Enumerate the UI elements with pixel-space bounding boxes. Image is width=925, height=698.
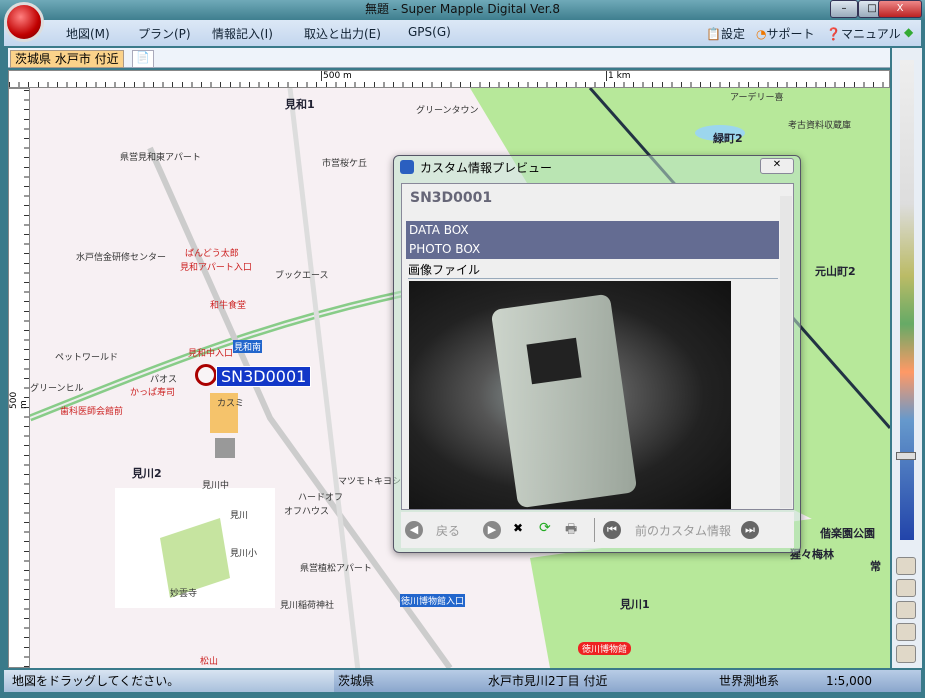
- map-label: かっぱ寿司: [130, 388, 176, 398]
- map-label: 市営桜ケ丘: [322, 159, 368, 169]
- refresh-icon[interactable]: ⟳: [539, 520, 551, 536]
- map-label: 見川稲荷神社: [280, 601, 335, 611]
- status-datum: 世界測地系: [719, 674, 780, 688]
- manual-button[interactable]: ❓マニュアル: [826, 25, 901, 42]
- dialog-content: SN3D0001 DATA BOX PHOTO BOX 画像ファイル: [401, 183, 794, 510]
- crosshair-marker-icon[interactable]: [195, 364, 217, 386]
- info-heading: SN3D0001: [410, 190, 493, 206]
- delete-icon[interactable]: ✖: [513, 521, 523, 535]
- map-label: オフハウス: [284, 507, 330, 517]
- map-label: 見和アパート入口: [180, 263, 252, 273]
- vertical-ruler: 500 m: [8, 88, 30, 668]
- ruler-label: 1 km: [606, 71, 631, 81]
- map-label: 歯科医師会館前: [60, 407, 124, 417]
- window-title: 無題 - Super Mapple Digital Ver.8: [364, 2, 561, 16]
- status-prefecture: 茨城県: [338, 674, 375, 688]
- map-label: 見川2: [132, 467, 162, 480]
- map-label: 妙雲寺: [170, 589, 198, 599]
- photo-image: [409, 281, 731, 509]
- map-label: 見川: [230, 511, 249, 521]
- map-label: 和牛食堂: [210, 301, 247, 311]
- settings-button[interactable]: 📋設定: [706, 25, 745, 42]
- map-label: カスミ: [217, 399, 245, 409]
- map-label: ペットワールド: [55, 353, 119, 363]
- forward-arrow-icon[interactable]: ▶: [483, 521, 501, 539]
- data-box-row[interactable]: DATA BOX: [406, 221, 779, 240]
- map-label: 偕楽園公園: [820, 527, 875, 540]
- map-label: ばんどう太郎: [185, 249, 239, 259]
- status-address: 水戸市見川2丁目 付近: [488, 674, 608, 688]
- map-label: 常: [870, 560, 881, 573]
- menu-bar: 地図(M) プラン(P) 情報記入(I) 取込と出力(E) GPS(G) 📋設定…: [4, 20, 921, 46]
- back-arrow-icon[interactable]: ◀: [405, 521, 423, 539]
- view-finegrid-icon[interactable]: [896, 623, 916, 641]
- map-label: 見川小: [230, 549, 258, 559]
- horizontal-ruler: 500 m 1 km: [8, 70, 890, 88]
- dialog-icon: [400, 160, 414, 174]
- map-label: 見川中: [202, 481, 230, 491]
- tab-map[interactable]: 茨城県 水戸市 付近: [10, 50, 124, 68]
- settings-icon: 📋: [706, 27, 721, 41]
- map-label: パオス: [150, 375, 178, 385]
- back-button[interactable]: 戻る: [436, 522, 460, 539]
- map-label: 徳川博物館入口: [400, 594, 466, 607]
- menu-plan[interactable]: プラン(P): [138, 25, 191, 42]
- status-scale: 1:5,000: [826, 674, 873, 688]
- map-label: 見川1: [620, 598, 650, 611]
- map-label: 見和南: [233, 340, 263, 353]
- status-hint: 地図をドラッグしてください。: [12, 674, 180, 688]
- support-button[interactable]: ◔サポート: [756, 25, 815, 42]
- custom-info-marker-label[interactable]: SN3D0001: [216, 366, 312, 387]
- dialog-footer: ◀ 戻る ▶ ✖ ⟳ 🖶 ⏮ 前のカスタム情報 ⏭: [401, 512, 794, 548]
- menu-gps[interactable]: GPS(G): [408, 25, 451, 39]
- prev-custom-icon[interactable]: ⏮: [603, 521, 621, 539]
- view-dense-icon[interactable]: [896, 645, 916, 663]
- menu-import-export[interactable]: 取込と出力(E): [304, 25, 381, 42]
- next-custom-icon[interactable]: ⏭: [741, 521, 759, 539]
- map-label: マツモトキヨシ: [338, 477, 402, 487]
- menu-map[interactable]: 地図(M): [66, 25, 110, 42]
- map-label: ブックエース: [275, 271, 329, 281]
- ruler-label: 500 m: [321, 71, 352, 81]
- view-single-icon[interactable]: [896, 557, 916, 575]
- image-file-label: 画像ファイル: [408, 261, 778, 279]
- prev-custom-button[interactable]: 前のカスタム情報: [635, 522, 731, 539]
- dialog-close-button[interactable]: ✕: [760, 158, 794, 174]
- map-label: 緑町2: [713, 132, 743, 145]
- map-label: グリーンヒル: [30, 384, 84, 394]
- beginner-mark-icon[interactable]: ◆: [904, 25, 913, 39]
- status-bar: 地図をドラッグしてください。 茨城県 水戸市見川2丁目 付近 世界測地系 1:5…: [4, 670, 921, 692]
- map-label: 考古資料収蔵庫: [788, 121, 852, 131]
- zoom-slider-handle[interactable]: [896, 452, 916, 460]
- map-label: 元山町2: [815, 265, 856, 278]
- map-label: 松山: [200, 657, 219, 667]
- photo-box-row[interactable]: PHOTO BOX: [406, 240, 779, 259]
- map-label: 見和1: [285, 98, 315, 111]
- map-label: 水戸信金研修センター: [76, 253, 167, 263]
- view-quad-icon[interactable]: [896, 579, 916, 597]
- zoom-slider[interactable]: [900, 60, 914, 540]
- title-bar: 無題 - Super Mapple Digital Ver.8: [0, 0, 925, 20]
- custom-info-preview-dialog: カスタム情報プレビュー ✕ SN3D0001 DATA BOX PHOTO BO…: [393, 155, 801, 553]
- map-label: グリーンタウン: [416, 106, 479, 116]
- map-label: 県営植松アパート: [300, 564, 372, 574]
- ruler-label: 500 m: [9, 391, 29, 409]
- map-label: ハードオフ: [298, 493, 344, 503]
- view-grid-icon[interactable]: [896, 601, 916, 619]
- close-button[interactable]: X: [878, 0, 922, 18]
- print-icon[interactable]: 🖶: [565, 520, 577, 542]
- minimize-button[interactable]: –: [830, 0, 858, 18]
- support-icon: ◔: [756, 27, 767, 41]
- dialog-scrollbar[interactable]: [780, 196, 792, 508]
- map-label: 見和中入口: [188, 349, 234, 359]
- new-tab-icon[interactable]: 📄: [132, 50, 154, 68]
- dialog-title: カスタム情報プレビュー: [420, 161, 553, 175]
- menu-info[interactable]: 情報記入(I): [212, 25, 273, 42]
- help-icon: ❓: [826, 27, 841, 41]
- map-label: 県営見和東アパート: [120, 153, 201, 163]
- tab-bar: 茨城県 水戸市 付近 📄: [8, 48, 890, 68]
- app-logo-icon[interactable]: [4, 2, 44, 42]
- map-label: 徳川博物館: [578, 642, 632, 655]
- map-label: アーデリー喜: [730, 93, 784, 103]
